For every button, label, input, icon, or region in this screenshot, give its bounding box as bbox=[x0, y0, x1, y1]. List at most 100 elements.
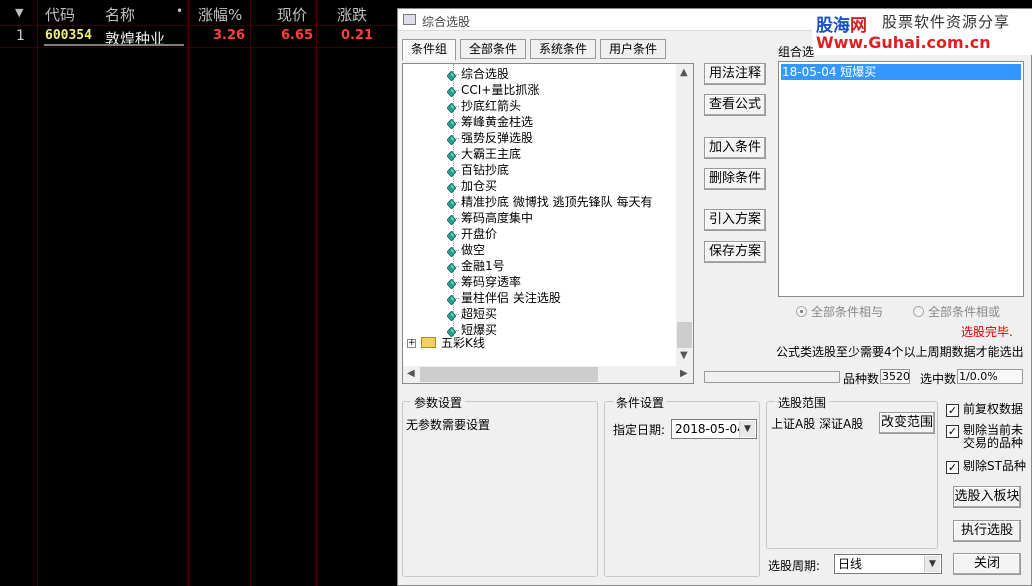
radio-all-and-label: 全部条件相与 bbox=[811, 305, 884, 319]
tree-item-label: 筹峰黄金柱选 bbox=[461, 115, 534, 129]
combo-condition-list[interactable]: 18-05-04 短爆买 bbox=[778, 61, 1024, 297]
column-separator bbox=[250, 0, 251, 586]
formula-gem-icon bbox=[446, 309, 457, 322]
folder-label: 五彩K线 bbox=[441, 336, 485, 350]
formula-gem-icon bbox=[446, 117, 457, 130]
scroll-right-icon[interactable]: ▶ bbox=[680, 368, 688, 379]
date-value: 2018-05-04 bbox=[675, 422, 745, 436]
tree-horizontal-scrollbar[interactable]: ◀ ▶ bbox=[403, 366, 693, 383]
column-separator bbox=[37, 0, 38, 586]
scroll-left-icon[interactable]: ◀ bbox=[407, 368, 415, 379]
exclude-st-label: 剔除ST品种 bbox=[963, 459, 1026, 473]
check-icon[interactable]: ✓ bbox=[946, 404, 959, 417]
column-separator bbox=[188, 0, 189, 586]
condition-tree[interactable]: 综合选股 CCI+量比抓涨 抄底红箭头 筹峰黄金柱选 强势反弹选股 大霸王主底百钻抄底 加仓… bbox=[402, 63, 694, 384]
period-note-text: 公式类选股至少需要4个以上周期数据才能选出 bbox=[776, 345, 1024, 359]
tree-item[interactable]: 抄底红箭头 bbox=[446, 98, 521, 114]
formula-gem-icon bbox=[446, 181, 457, 194]
stock-change: 0.21 bbox=[341, 28, 374, 43]
header-price[interactable]: 现价 bbox=[277, 4, 307, 25]
period-select[interactable]: 日线 ▼ bbox=[834, 554, 942, 574]
tree-item[interactable]: 开盘价 bbox=[446, 226, 497, 242]
period-value: 日线 bbox=[838, 557, 863, 571]
add-to-block-button[interactable]: 选股入板块 bbox=[953, 486, 1021, 508]
tree-item-label: CCI+量比抓涨 bbox=[461, 83, 540, 97]
selected-label: 选中数 bbox=[920, 372, 957, 386]
radio-all-or[interactable]: 全部条件相或 bbox=[913, 303, 1000, 320]
tree-item[interactable]: 量柱伴侣 关注选股 bbox=[446, 290, 561, 306]
tree-item[interactable]: 精准抄底 微博找 逃顶先锋队 每天有 bbox=[446, 194, 652, 210]
formula-gem-icon bbox=[446, 325, 457, 338]
header-dot: • bbox=[176, 4, 184, 18]
chevron-down-icon[interactable]: ▼ bbox=[924, 556, 940, 572]
screening-progress-bar bbox=[704, 371, 840, 383]
list-item[interactable]: 18-05-04 短爆买 bbox=[781, 64, 1021, 80]
header-change-pct[interactable]: 涨幅% bbox=[198, 4, 242, 25]
scroll-down-icon[interactable]: ▼ bbox=[680, 350, 688, 361]
tree-vertical-scrollbar[interactable]: ▲ ▼ bbox=[676, 64, 693, 366]
tree-item[interactable]: 筹码穿透率 bbox=[446, 274, 521, 290]
grid-header: ▼ 代码 名称 • 涨幅% 现价 涨跌 bbox=[0, 4, 400, 26]
formula-gem-icon bbox=[446, 293, 457, 306]
stock-price: 6.65 bbox=[281, 28, 314, 43]
save-plan-button[interactable]: 保存方案 bbox=[704, 241, 766, 263]
tree-item[interactable]: 超短买 bbox=[446, 306, 498, 322]
condition-settings-group: 条件设置 指定日期: 2018-05-04 ▼ bbox=[604, 394, 760, 577]
tree-item-label: 综合选股 bbox=[461, 67, 510, 81]
tab-all-conditions[interactable]: 全部条件 bbox=[460, 39, 526, 59]
tree-item[interactable]: 百钻抄底 bbox=[446, 162, 510, 178]
watermark-logo: 股海网 股票软件资源分享 Www.Guhai.com.cn bbox=[812, 9, 1032, 55]
tree-item[interactable]: 筹峰黄金柱选 bbox=[446, 114, 534, 130]
import-plan-button[interactable]: 引入方案 bbox=[704, 209, 766, 231]
close-button[interactable]: 关闭 bbox=[953, 553, 1021, 575]
radio-dot[interactable] bbox=[913, 306, 924, 317]
stock-change-pct: 3.26 bbox=[213, 28, 246, 43]
header-name[interactable]: 名称 bbox=[105, 4, 135, 25]
tab-user-conditions[interactable]: 用户条件 bbox=[600, 39, 666, 59]
header-change[interactable]: 涨跌 bbox=[337, 4, 367, 25]
sort-arrow-icon[interactable]: ▼ bbox=[15, 6, 23, 19]
change-range-button[interactable]: 改变范围 bbox=[879, 412, 935, 434]
tree-item[interactable]: CCI+量比抓涨 bbox=[446, 82, 540, 98]
range-value: 上证A股 深证A股 bbox=[771, 417, 864, 431]
formula-note-button[interactable]: 用法注释 bbox=[704, 63, 766, 85]
tree-item[interactable]: 金融1号 bbox=[446, 258, 505, 274]
tree-item-label: 超短买 bbox=[461, 307, 498, 321]
stock-screener-dialog: 综合选股 股海网 股票软件资源分享 Www.Guhai.com.cn 条件组 全… bbox=[397, 8, 1032, 586]
formula-gem-icon bbox=[446, 213, 457, 226]
period-label: 选股周期: bbox=[768, 559, 821, 573]
tree-item[interactable]: 筹码高度集中 bbox=[446, 210, 533, 226]
view-formula-button[interactable]: 查看公式 bbox=[704, 94, 766, 116]
delete-condition-button[interactable]: 删除条件 bbox=[704, 168, 766, 190]
pre-adjust-label: 前复权数据 bbox=[963, 402, 1024, 416]
tree-item[interactable]: 加仓买 bbox=[446, 178, 497, 194]
formula-gem-icon bbox=[446, 149, 457, 162]
tab-condition-group[interactable]: 条件组 bbox=[402, 39, 456, 61]
chevron-down-icon[interactable]: ▼ bbox=[739, 421, 755, 437]
formula-gem-icon bbox=[446, 101, 457, 114]
execute-screening-button[interactable]: 执行选股 bbox=[953, 520, 1021, 542]
expand-icon[interactable]: + bbox=[407, 339, 416, 348]
scroll-thumb[interactable] bbox=[420, 367, 598, 382]
scroll-thumb[interactable] bbox=[677, 322, 692, 348]
params-group: 参数设置 无参数需要设置 bbox=[402, 394, 598, 577]
radio-dot[interactable] bbox=[796, 306, 807, 317]
add-condition-button[interactable]: 加入条件 bbox=[704, 137, 766, 159]
tree-item[interactable]: 做空 bbox=[446, 242, 485, 258]
params-text: 无参数需要设置 bbox=[406, 418, 491, 432]
scroll-up-icon[interactable]: ▲ bbox=[680, 67, 688, 78]
check-icon[interactable]: ✓ bbox=[946, 461, 959, 474]
tree-item[interactable]: 强势反弹选股 bbox=[446, 130, 534, 146]
check-icon[interactable]: ✓ bbox=[946, 425, 959, 438]
tree-item[interactable]: 大霸王主底 bbox=[446, 146, 522, 162]
tab-system-conditions[interactable]: 系统条件 bbox=[530, 39, 596, 59]
header-code[interactable]: 代码 bbox=[45, 4, 75, 25]
stock-code: 600354 bbox=[45, 28, 92, 43]
date-picker[interactable]: 2018-05-04 ▼ bbox=[671, 419, 757, 439]
tree-item-label: 强势反弹选股 bbox=[461, 131, 534, 145]
tree-item[interactable]: 综合选股 bbox=[446, 66, 510, 82]
tree-item-label: 大霸王主底 bbox=[461, 147, 522, 161]
dialog-title: 综合选股 bbox=[422, 15, 471, 29]
tree-item-label: 百钻抄底 bbox=[461, 163, 510, 177]
radio-all-and[interactable]: 全部条件相与 bbox=[796, 303, 883, 320]
